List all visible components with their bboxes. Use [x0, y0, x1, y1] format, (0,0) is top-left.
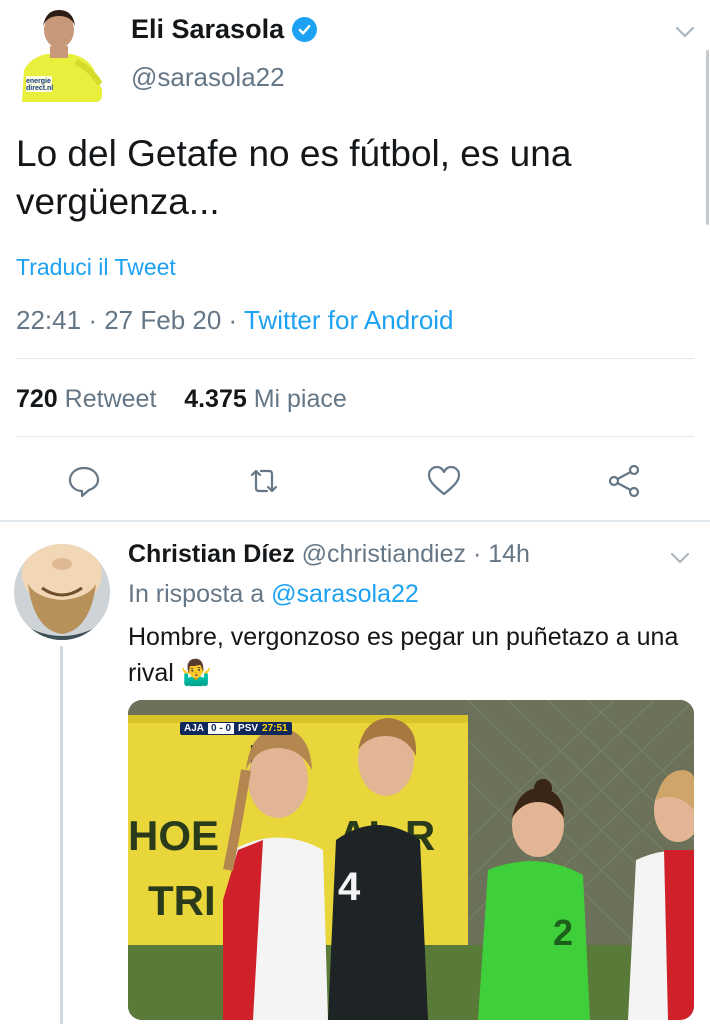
avatar[interactable]	[14, 544, 110, 640]
in-reply-to: In risposta a @sarasola22	[128, 580, 419, 609]
verified-badge-icon	[292, 17, 318, 42]
main-tweet: energie direct.nl Eli Sarasola @sarasola…	[0, 0, 710, 522]
translate-tweet-link[interactable]: Traduci il Tweet	[16, 254, 176, 281]
reply-age: 14h	[488, 540, 530, 568]
tweet-stats: 720 Retweet 4.375 Mi piace	[16, 385, 347, 414]
tweet-actions	[0, 455, 710, 509]
meta-separator: ·	[228, 305, 238, 335]
chevron-down-icon[interactable]	[668, 546, 692, 570]
reply-tweet[interactable]: Christian Díez @christiandiez · 14h In r…	[0, 522, 710, 1024]
like-count: 4.375	[184, 385, 247, 413]
scoreboard-clock: 27:51	[262, 723, 288, 734]
svg-text:4: 4	[338, 865, 361, 909]
meta-separator: ·	[88, 305, 97, 335]
meta-separator: ·	[472, 540, 482, 568]
author-handle[interactable]: @sarasola22	[131, 62, 285, 93]
scoreboard-score: 0 - 0	[208, 723, 235, 734]
tweet-source-link[interactable]: Twitter for Android	[244, 305, 454, 335]
retweets-stat[interactable]: 720 Retweet	[16, 385, 163, 413]
chevron-down-icon[interactable]	[673, 20, 697, 44]
in-reply-to-handle[interactable]: @sarasola22	[271, 580, 419, 608]
retweet-label: Retweet	[64, 385, 157, 413]
like-label: Mi piace	[253, 385, 347, 413]
retweet-count: 720	[16, 385, 58, 413]
reply-icon[interactable]	[66, 463, 102, 499]
svg-text:HOE: HOE	[128, 812, 219, 859]
shrug-emoji: 🤷‍♂️	[180, 659, 212, 687]
retweet-icon[interactable]	[246, 463, 282, 499]
reply-author-handle[interactable]: @christiandiez	[302, 540, 466, 568]
reply-media-image[interactable]: LE HOE AL R TRI 4 2	[128, 700, 694, 1020]
in-reply-to-label: In risposta a	[128, 580, 265, 608]
reply-author-name[interactable]: Christian Díez	[128, 540, 295, 568]
avatar[interactable]: energie direct.nl	[16, 6, 102, 102]
scoreboard: AJA 0 - 0 PSV 27:51	[180, 722, 292, 735]
tweet-meta: 22:41 · 27 Feb 20 · Twitter for Android	[16, 305, 454, 336]
reply-header: Christian Díez @christiandiez · 14h	[128, 540, 530, 569]
tweet-text: Lo del Getafe no es fútbol, es una vergü…	[16, 133, 572, 222]
author-display-name[interactable]: Eli Sarasola	[131, 14, 318, 45]
scoreboard-away: PSV	[238, 723, 259, 734]
tweet-time: 22:41	[16, 305, 82, 335]
svg-text:TRI: TRI	[148, 877, 216, 924]
like-icon[interactable]	[426, 463, 462, 499]
scrollbar[interactable]	[706, 50, 709, 225]
reply-text: Hombre, vergonzoso es pegar un puñetazo …	[128, 619, 693, 691]
tweet-date: 27 Feb 20	[104, 305, 222, 335]
svg-text:2: 2	[553, 912, 573, 953]
share-icon[interactable]	[606, 463, 642, 499]
avatar-shirt-text: energie direct.nl	[26, 78, 54, 92]
divider	[16, 358, 694, 359]
divider	[16, 436, 694, 437]
scoreboard-home: AJA	[184, 723, 205, 734]
author-name: Eli Sarasola	[131, 14, 285, 44]
thread-line	[60, 646, 63, 1024]
likes-stat[interactable]: 4.375 Mi piace	[184, 385, 347, 413]
